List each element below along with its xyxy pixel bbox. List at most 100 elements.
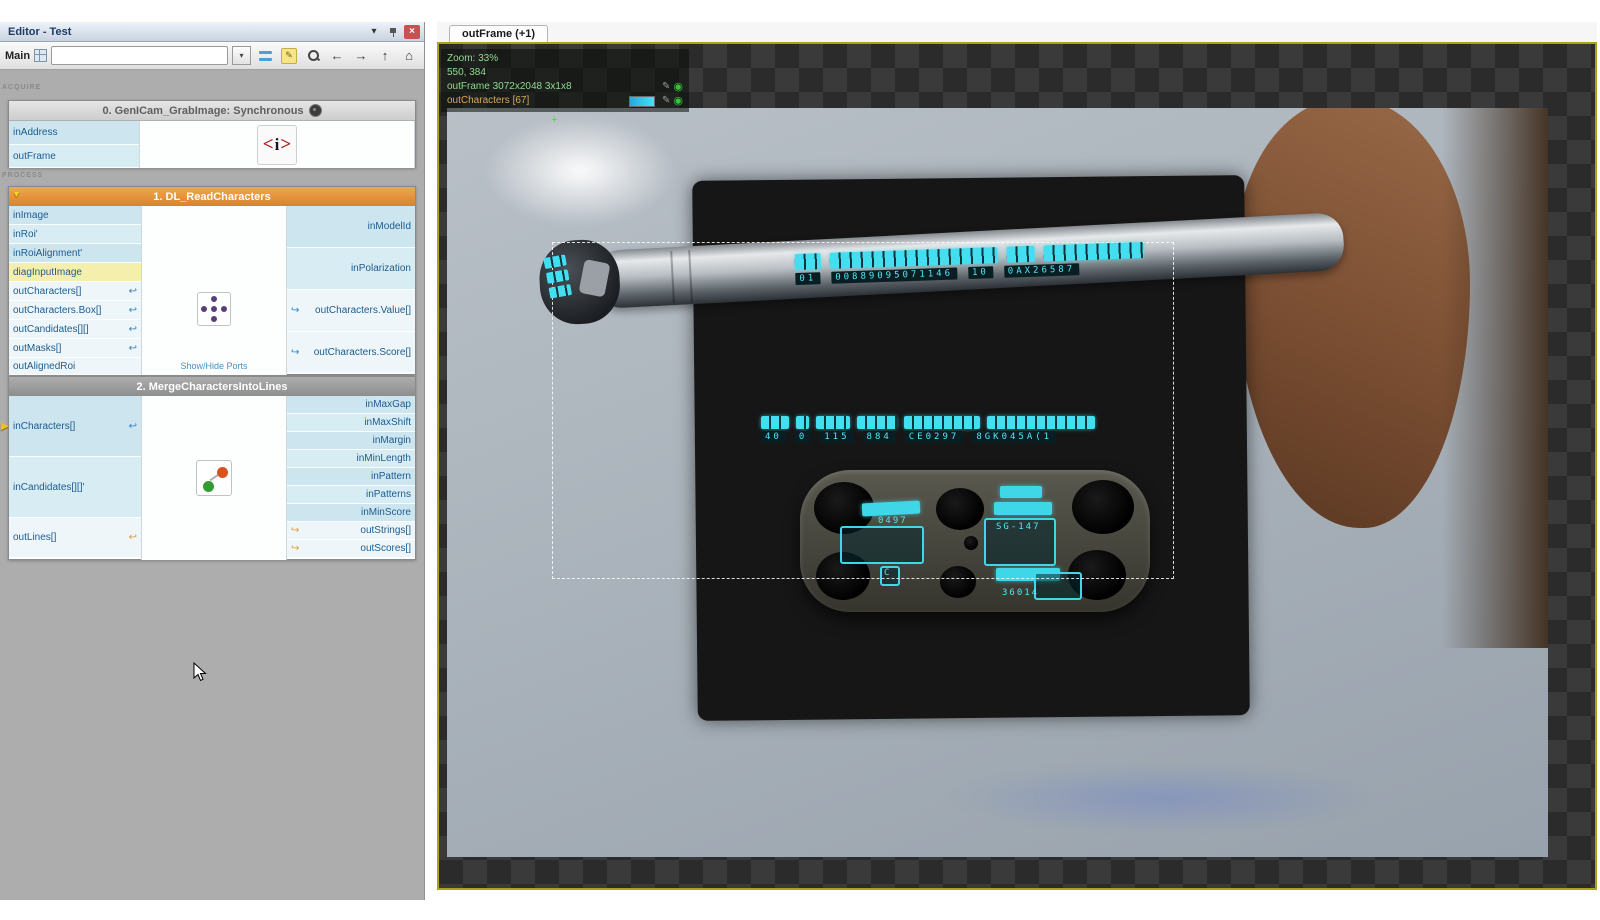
connection-icon[interactable]: ↩ <box>129 532 137 543</box>
show-hide-ports-link[interactable]: Show/Hide Ports <box>142 361 286 371</box>
ocr-text-group: 115 <box>820 431 853 443</box>
port-outAlignedRoi[interactable]: outAlignedRoi <box>9 358 141 375</box>
port-inRoi[interactable]: inRoi' <box>9 225 141 244</box>
layout-toggle-button[interactable] <box>255 46 275 66</box>
port-label: inCharacters[] <box>13 421 75 432</box>
port-inPolarization[interactable]: inPolarization <box>287 248 415 290</box>
port-outCharacters-score[interactable]: ↪ outCharacters.Score[] <box>287 332 415 373</box>
edit-layer-icon[interactable]: ✎ <box>662 80 670 94</box>
block0-state-icon[interactable] <box>309 104 322 117</box>
preview-tabbar: outFrame (+1) <box>437 22 1597 42</box>
port-label: outAlignedRoi <box>13 361 75 372</box>
search-button[interactable] <box>303 46 323 66</box>
blue-reflection <box>947 763 1377 833</box>
port-inImage[interactable]: inImage <box>9 206 141 225</box>
cursor-coordinates: 550, 384 <box>447 66 486 80</box>
block1-body[interactable]: Show/Hide Ports <box>141 206 287 375</box>
port-label: outCandidates[][] <box>13 324 89 335</box>
navigation-combo[interactable] <box>51 46 228 65</box>
port-outCharacters-box[interactable]: outCharacters.Box[]↩ <box>9 301 141 320</box>
port-label: outLines[] <box>13 532 56 543</box>
roi-selection-rectangle[interactable] <box>552 242 1174 579</box>
block0-title: 0. GenICam_GrabImage: Synchronous <box>102 105 303 117</box>
block-genicam-grabimage[interactable]: 0. GenICam_GrabImage: Synchronous inAddr… <box>8 100 416 168</box>
port-inPatterns[interactable]: inPatterns <box>287 486 415 504</box>
port-inRoiAlignment[interactable]: inRoiAlignment' <box>9 244 141 263</box>
back-button[interactable]: ← <box>327 46 347 66</box>
genicam-code-icon: <i> <box>257 125 297 165</box>
port-inMinLength[interactable]: inMinLength <box>287 450 415 468</box>
pin-icon[interactable] <box>385 25 401 39</box>
port-inMaxShift[interactable]: inMaxShift <box>287 414 415 432</box>
block2-header[interactable]: 2. MergeCharactersIntoLines <box>9 377 415 396</box>
port-inModelId[interactable]: inModelId <box>287 206 415 248</box>
port-inMaxGap[interactable]: inMaxGap <box>287 396 415 414</box>
port-outCharacters-value[interactable]: ↪outCharacters.Value[] <box>287 290 415 332</box>
ocr-overlay-strip: 40 0 115 884 CE0297 8GK045A(1 <box>761 416 1095 443</box>
edit-button[interactable]: ✎ <box>279 46 299 66</box>
port-label: outCharacters.Score[] <box>314 347 411 358</box>
hand-shadow <box>1442 108 1548 648</box>
layer-visibility-icon[interactable]: ◉ <box>673 80 683 94</box>
home-button[interactable]: ⌂ <box>399 46 419 66</box>
close-icon[interactable]: × <box>404 25 420 39</box>
window-menu-icon[interactable]: ▾ <box>366 25 382 39</box>
connection-icon[interactable]: ↪ <box>291 543 299 554</box>
merge-filter-icon <box>196 460 232 496</box>
camera-image[interactable]: 01 00889095071146 10 0AX26587 <box>447 108 1548 857</box>
layer-visibility-icon[interactable]: ◉ <box>673 94 683 108</box>
port-label: inMinScore <box>361 507 411 518</box>
connection-icon[interactable]: ↪ <box>291 347 299 358</box>
editor-titlebar[interactable]: Editor - Test ▾ × <box>0 22 424 42</box>
connection-icon[interactable]: ↪ <box>291 305 299 316</box>
port-label: inMaxGap <box>365 399 411 410</box>
ocr-text-group: 8GK045A(1 <box>972 431 1056 443</box>
port-label: outCharacters[] <box>13 286 81 297</box>
app-window: { "editor": { "window_title": "Editor - … <box>0 0 1600 920</box>
connection-icon[interactable]: ↩ <box>129 286 137 297</box>
port-inAddress[interactable]: inAddress <box>9 121 139 145</box>
program-editor-panel: Editor - Test ▾ × Main ▾ ✎ ← → ↑ ⌂ ACQUI… <box>0 22 425 900</box>
block-dl-readcharacters[interactable]: ▼ 1. DL_ReadCharacters inImage inRoi' in… <box>8 186 416 375</box>
port-outFrame[interactable]: outFrame <box>9 145 139 168</box>
port-outCharacters[interactable]: outCharacters[] ↩ <box>9 282 141 301</box>
connection-icon[interactable]: ↩ <box>129 421 137 432</box>
character-masks <box>761 416 1095 429</box>
block0-body[interactable]: <i> <box>139 121 415 168</box>
ocr-text: 36014 <box>1002 588 1039 598</box>
port-outScores[interactable]: ↪ outScores[] <box>287 540 415 558</box>
port-inCharacters[interactable]: inCharacters[] ↩ <box>9 396 141 457</box>
layer-color-swatch[interactable] <box>629 96 655 107</box>
port-inMinScore[interactable]: inMinScore <box>287 504 415 522</box>
edit-layer-icon[interactable]: ✎ <box>662 94 670 108</box>
port-inMargin[interactable]: inMargin <box>287 432 415 450</box>
combo-dropdown-button[interactable]: ▾ <box>232 46 251 65</box>
port-outStrings[interactable]: ↪outStrings[] <box>287 522 415 540</box>
forward-button[interactable]: → <box>351 46 371 66</box>
port-inPattern[interactable]: inPattern <box>287 468 415 486</box>
edit-icon: ✎ <box>281 48 297 64</box>
dl-filter-icon <box>197 292 231 326</box>
connection-icon[interactable]: ↩ <box>129 343 137 354</box>
block2-body[interactable] <box>141 396 287 560</box>
port-outCandidates[interactable]: outCandidates[][] ↩ <box>9 320 141 339</box>
tab-outframe[interactable]: outFrame (+1) <box>449 25 548 42</box>
block2-title: 2. MergeCharactersIntoLines <box>137 381 288 393</box>
port-outMasks[interactable]: outMasks[]↩ <box>9 339 141 358</box>
port-inCandidates[interactable]: inCandidates[][]' <box>9 457 141 518</box>
port-diagInputImage[interactable]: diagInputImage <box>9 263 141 282</box>
search-icon <box>307 49 320 62</box>
port-label: outScores[] <box>360 543 411 554</box>
connection-icon[interactable]: ↩ <box>129 324 137 335</box>
program-workspace[interactable]: ACQUIRE 0. GenICam_GrabImage: Synchronou… <box>0 70 424 900</box>
connection-icon[interactable]: ↩ <box>129 305 137 316</box>
port-outLines[interactable]: outLines[] ↩ <box>9 518 141 558</box>
block-merge-characters[interactable]: ▶ 2. MergeCharactersIntoLines inCharacte… <box>8 376 416 560</box>
image-preview-panel[interactable]: 01 00889095071146 10 0AX26587 <box>437 42 1597 890</box>
up-button[interactable]: ↑ <box>375 46 395 66</box>
ocr-text-group: 01 <box>795 272 820 285</box>
ocr-text-group: CE0297 <box>905 431 964 443</box>
block0-header[interactable]: 0. GenICam_GrabImage: Synchronous <box>9 101 415 121</box>
block1-header[interactable]: ▼ 1. DL_ReadCharacters <box>9 187 415 206</box>
connection-icon[interactable]: ↪ <box>291 525 299 536</box>
